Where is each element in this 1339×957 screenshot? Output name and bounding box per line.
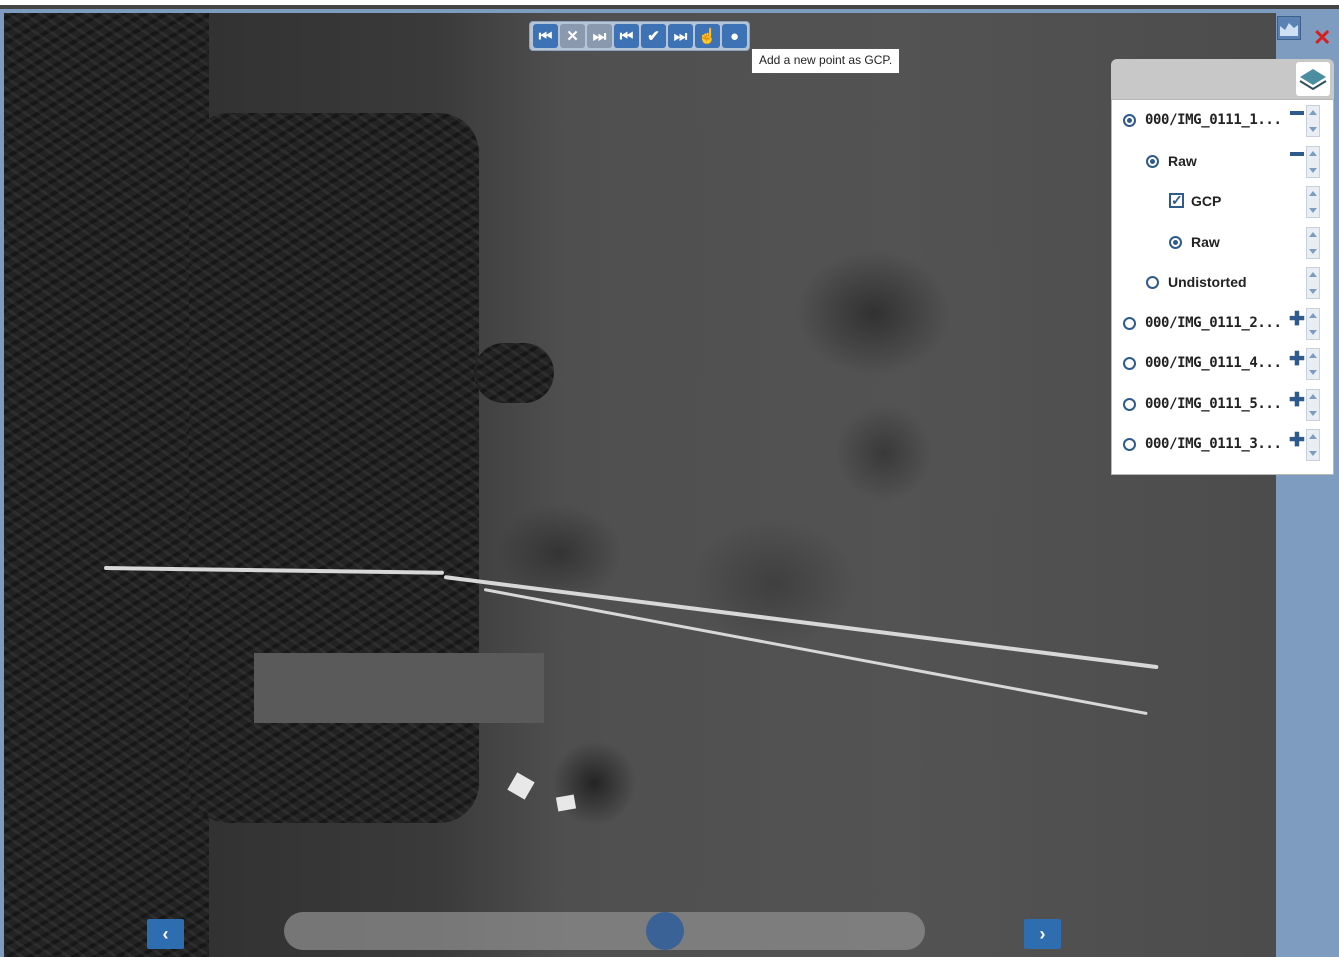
layer-order-spinner[interactable]: [1306, 348, 1320, 380]
layer-row[interactable]: 000/IMG_0111_4... ✚: [1112, 344, 1333, 384]
layer-panel-header: [1111, 59, 1334, 99]
image-slider[interactable]: [284, 912, 925, 950]
chart-icon: [1280, 23, 1298, 36]
slider-thumb[interactable]: [646, 912, 684, 950]
layer-tree: 000/IMG_0111_1... Raw ✓ GCP Raw Undistorted 00…: [1111, 99, 1334, 475]
crop-row-3: [474, 343, 554, 403]
ground-target-2: [555, 794, 577, 812]
collapse-icon[interactable]: [1290, 151, 1304, 156]
layer-order-spinner[interactable]: [1306, 429, 1320, 461]
next-unchecked-button[interactable]: ⏭: [587, 24, 612, 48]
tooltip: Add a new point as GCP.: [751, 48, 901, 74]
layer-label: 000/IMG_0111_3...: [1145, 436, 1282, 452]
layer-label: 000/IMG_0111_1...: [1145, 112, 1282, 128]
layer-order-spinner[interactable]: [1306, 145, 1320, 178]
expand-icon[interactable]: ✚: [1289, 391, 1305, 410]
layer-radio[interactable]: [1123, 438, 1136, 451]
layer-row[interactable]: Undistorted: [1112, 263, 1333, 303]
layer-order-spinner[interactable]: [1306, 388, 1320, 421]
layers-icon: [1299, 69, 1327, 91]
layers-toggle-button[interactable]: [1296, 62, 1330, 96]
layer-radio[interactable]: [1146, 154, 1159, 168]
window-top-bar: [0, 0, 1339, 9]
first-image-button[interactable]: ⏮: [533, 24, 558, 48]
next-point-button[interactable]: ⏭: [668, 24, 693, 48]
layer-label: GCP: [1191, 193, 1222, 209]
layer-row[interactable]: ✓ GCP: [1112, 182, 1333, 222]
layer-row[interactable]: 000/IMG_0111_2... ✚: [1112, 304, 1333, 344]
previous-point-button[interactable]: ⏮: [614, 24, 639, 48]
pan-tool-button[interactable]: ☝: [695, 24, 720, 48]
next-image-button[interactable]: ›: [1024, 919, 1061, 949]
expand-icon[interactable]: ✚: [1289, 350, 1305, 369]
layer-label: 000/IMG_0111_2...: [1145, 314, 1282, 331]
collapse-icon[interactable]: [1290, 111, 1304, 115]
layer-radio[interactable]: [1123, 357, 1136, 370]
layer-checkbox[interactable]: ✓: [1169, 193, 1184, 208]
layer-order-spinner[interactable]: [1306, 105, 1320, 137]
layer-row[interactable]: 000/IMG_0111_3... ✚: [1112, 425, 1333, 465]
layer-radio[interactable]: [1146, 276, 1159, 289]
expand-icon[interactable]: ✚: [1289, 431, 1305, 450]
layer-row[interactable]: Raw: [1112, 223, 1333, 263]
layer-order-spinner[interactable]: [1306, 267, 1320, 299]
layer-order-spinner[interactable]: [1306, 186, 1320, 218]
layer-row[interactable]: Raw: [1112, 142, 1333, 182]
layer-row[interactable]: 000/IMG_0111_5... ✚: [1112, 385, 1333, 425]
reject-image-button[interactable]: ✕: [560, 24, 585, 48]
irrigation-pipe-2: [443, 575, 1159, 670]
layer-label: 000/IMG_0111_4...: [1145, 355, 1282, 371]
gcp-toolbar: ⏮ ✕ ⏭ ⏮ ✔ ⏭ ☝ ●: [529, 21, 750, 51]
layer-label: Raw: [1168, 152, 1197, 169]
image-viewer[interactable]: [4, 13, 1276, 957]
layer-label: 000/IMG_0111_5...: [1145, 395, 1282, 412]
layer-row[interactable]: 000/IMG_0111_1...: [1112, 101, 1333, 141]
previous-image-button[interactable]: ‹: [147, 919, 184, 949]
crop-patch: [254, 653, 544, 723]
layer-radio[interactable]: [1123, 316, 1136, 330]
layer-label: Raw: [1191, 233, 1220, 250]
add-gcp-button[interactable]: ●: [722, 24, 747, 48]
ground-target-1: [507, 772, 535, 800]
layer-order-spinner[interactable]: [1306, 226, 1320, 259]
histogram-button[interactable]: [1277, 16, 1301, 40]
layer-radio[interactable]: [1123, 397, 1136, 411]
layer-label: Undistorted: [1168, 274, 1247, 290]
close-icon[interactable]: ✕: [1313, 27, 1331, 49]
layer-radio[interactable]: [1123, 114, 1136, 127]
expand-icon[interactable]: ✚: [1289, 310, 1305, 329]
crop-row-1: [4, 13, 209, 957]
layer-order-spinner[interactable]: [1306, 307, 1320, 340]
layer-radio[interactable]: [1169, 235, 1182, 249]
accept-point-button[interactable]: ✔: [641, 24, 666, 48]
